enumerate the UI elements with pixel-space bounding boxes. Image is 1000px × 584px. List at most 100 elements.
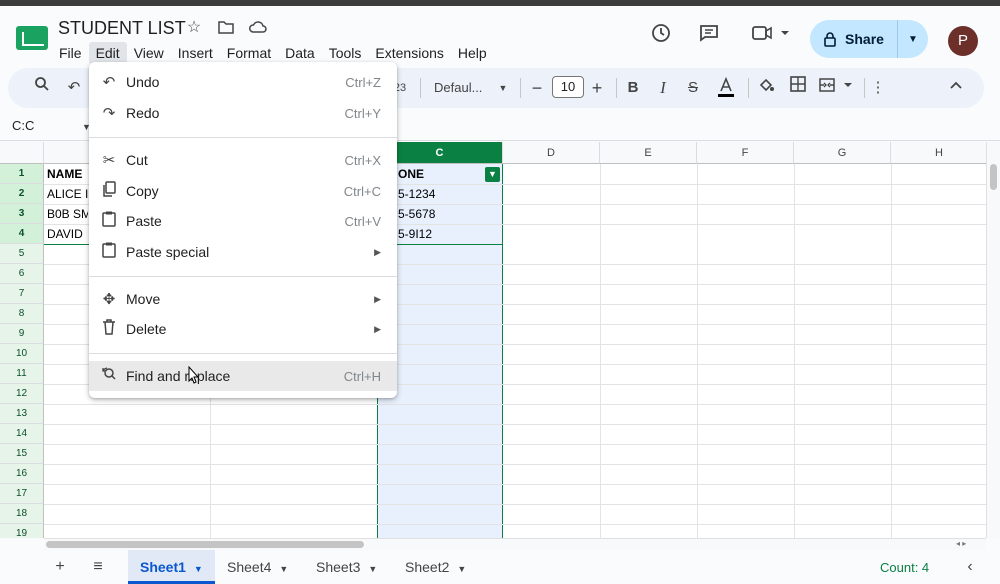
row-header[interactable]: 16	[0, 464, 44, 484]
row-header[interactable]: 12	[0, 384, 44, 404]
menu-item-undo[interactable]: ↶ Undo Ctrl+Z	[89, 67, 397, 97]
scroll-arrows-icon[interactable]: ◂ ▸	[956, 539, 966, 548]
row-header[interactable]: 18	[0, 504, 44, 524]
font-family-select[interactable]: Defaul...	[434, 76, 496, 100]
sheet-tab-menu-icon[interactable]: ▼	[279, 564, 288, 574]
sheet-tab-menu-icon[interactable]: ▼	[457, 564, 466, 574]
move-folder-icon[interactable]	[216, 18, 236, 38]
sheet-tab-sheet2[interactable]: Sheet2 ▼	[393, 550, 478, 584]
select-all-corner[interactable]	[0, 142, 44, 164]
menu-item-cut[interactable]: ✂ Cut Ctrl+X	[89, 145, 397, 175]
borders-icon[interactable]	[788, 76, 808, 100]
menu-tools[interactable]: Tools	[322, 42, 369, 64]
menu-edit[interactable]: Edit	[88, 42, 127, 64]
row-header[interactable]: 1	[0, 164, 44, 184]
search-menus-icon[interactable]	[32, 76, 52, 100]
side-panel-toggle-icon[interactable]: ‹	[960, 558, 980, 576]
selection-count[interactable]: Count: 4	[880, 560, 929, 575]
cell-c2[interactable]: 5-1234	[395, 184, 495, 204]
menu-format[interactable]: Format	[220, 42, 278, 64]
column-header-e[interactable]: E	[600, 142, 697, 164]
menu-item-redo[interactable]: ↷ Redo Ctrl+Y	[89, 98, 397, 128]
menu-view[interactable]: View	[127, 42, 171, 64]
menu-item-paste[interactable]: Paste Ctrl+V	[89, 206, 397, 236]
cell-c3[interactable]: 5-5678	[395, 204, 495, 224]
toolbar-divider	[864, 78, 865, 98]
row-header[interactable]: 19	[0, 524, 44, 538]
row-header[interactable]: 6	[0, 264, 44, 284]
text-color-icon[interactable]	[714, 76, 738, 100]
row-header[interactable]: 2	[0, 184, 44, 204]
menu-file[interactable]: File	[52, 42, 89, 64]
clipboard-icon	[99, 242, 119, 262]
comments-icon[interactable]	[695, 22, 723, 50]
add-sheet-icon[interactable]: +	[50, 558, 70, 576]
cell-c1[interactable]: ONE	[395, 164, 475, 184]
horizontal-scroll-thumb[interactable]	[46, 541, 364, 548]
row-header[interactable]: 15	[0, 444, 44, 464]
star-icon[interactable]: ☆	[184, 18, 204, 38]
sheets-logo-icon[interactable]	[16, 26, 48, 50]
vertical-scrollbar[interactable]	[986, 142, 1000, 538]
decrease-font-size-icon[interactable]: −	[528, 76, 546, 100]
menu-item-move[interactable]: ✥ Move ▶	[89, 284, 397, 314]
more-options-icon[interactable]: ⋮	[870, 76, 886, 100]
column-header-d[interactable]: D	[503, 142, 600, 164]
edit-menu-dropdown: ↶ Undo Ctrl+Z ↷ Redo Ctrl+Y ✂ Cut Ctrl+X…	[89, 62, 397, 398]
row-header[interactable]: 8	[0, 304, 44, 324]
row-header[interactable]: 7	[0, 284, 44, 304]
column-header-f[interactable]: F	[697, 142, 794, 164]
document-title[interactable]: STUDENT LIST	[58, 18, 186, 39]
sheet-tab-sheet3[interactable]: Sheet3 ▼	[304, 550, 389, 584]
menu-item-copy[interactable]: Copy Ctrl+C	[89, 176, 397, 206]
cloud-status-icon[interactable]	[248, 18, 268, 38]
bold-icon[interactable]: B	[624, 76, 642, 100]
sheet-tab-sheet1[interactable]: Sheet1 ▼	[128, 550, 215, 584]
row-header[interactable]: 11	[0, 364, 44, 384]
menu-extensions[interactable]: Extensions	[368, 42, 450, 64]
cell-a2[interactable]: ALICE I	[44, 184, 88, 204]
menu-data[interactable]: Data	[278, 42, 322, 64]
cell-a5[interactable]: DAVID	[44, 224, 88, 244]
collapse-toolbar-icon[interactable]	[946, 76, 966, 100]
menu-help[interactable]: Help	[451, 42, 494, 64]
row-header[interactable]: 14	[0, 424, 44, 444]
font-size-input[interactable]: 10	[552, 76, 584, 98]
meet-icon[interactable]	[748, 22, 792, 50]
menu-insert[interactable]: Insert	[171, 42, 220, 64]
undo-icon[interactable]: ↶	[64, 76, 84, 100]
column-header-h[interactable]: H	[891, 142, 986, 164]
horizontal-scrollbar[interactable]	[44, 538, 986, 550]
row-header[interactable]: 3	[0, 204, 44, 224]
share-dropdown-icon[interactable]: ▼	[898, 34, 928, 45]
row-header[interactable]: 17	[0, 484, 44, 504]
version-history-icon[interactable]	[647, 22, 675, 50]
menu-item-delete[interactable]: Delete ▶	[89, 314, 397, 344]
row-header[interactable]: 13	[0, 404, 44, 424]
grid-line	[44, 424, 986, 425]
avatar[interactable]: P	[948, 26, 978, 56]
sheet-tab-sheet4[interactable]: Sheet4 ▼	[215, 550, 300, 584]
menu-item-paste-special[interactable]: Paste special ▶	[89, 237, 397, 267]
filter-icon[interactable]: ▼	[485, 167, 500, 182]
fill-color-icon[interactable]	[756, 76, 776, 100]
strikethrough-icon[interactable]: S	[684, 76, 702, 100]
merge-cells-icon[interactable]	[818, 76, 854, 100]
italic-icon[interactable]: I	[654, 76, 672, 100]
increase-font-size-icon[interactable]: +	[588, 76, 606, 100]
column-header-g[interactable]: G	[794, 142, 891, 164]
share-main[interactable]: Share	[810, 20, 898, 58]
share-button[interactable]: Share ▼	[810, 20, 928, 58]
vertical-scroll-thumb[interactable]	[990, 164, 997, 190]
sheet-tab-menu-icon[interactable]: ▼	[194, 564, 203, 574]
row-header[interactable]: 4	[0, 224, 44, 244]
font-dropdown-icon[interactable]: ▼	[496, 76, 510, 100]
cell-a3[interactable]: B0B SM	[44, 204, 88, 224]
cell-c5[interactable]: 5-9I12	[395, 224, 495, 244]
row-header[interactable]: 5	[0, 244, 44, 264]
sheet-tab-menu-icon[interactable]: ▼	[368, 564, 377, 574]
row-header[interactable]: 10	[0, 344, 44, 364]
all-sheets-icon[interactable]: ≡	[88, 558, 108, 576]
menu-item-find-and-replace[interactable]: Find and replace Ctrl+H	[89, 361, 397, 391]
row-header[interactable]: 9	[0, 324, 44, 344]
